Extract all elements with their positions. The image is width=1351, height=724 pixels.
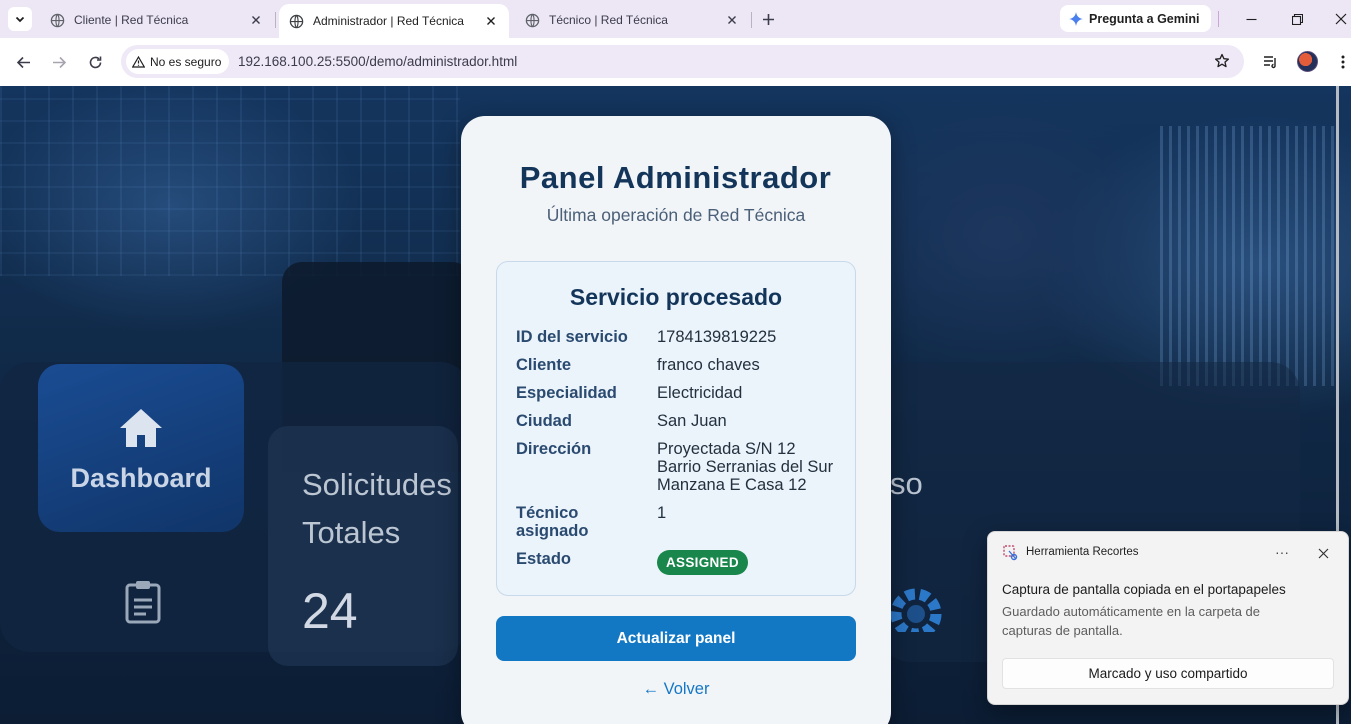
gemini-button[interactable]: Pregunta a Gemini [1060,5,1211,32]
gemini-label: Pregunta a Gemini [1089,11,1200,26]
specialty-label: Especialidad [516,384,617,402]
browser-menu-button[interactable] [1333,52,1351,72]
address-line: Barrio Serranias del Sur [657,458,834,476]
background-dashboard-card: Dashboard [38,364,244,532]
snipping-tool-icon [1003,545,1019,566]
bookmark-star-icon[interactable] [1214,53,1230,74]
tab-separator [751,12,752,28]
service-id-value: 1784139819225 [657,328,777,346]
tab-strip: Cliente | Red Técnica Administrador | Re… [0,0,1351,38]
toolbar-separator [1218,11,1219,27]
profile-avatar[interactable] [1297,51,1318,72]
minimize-icon [1246,18,1256,20]
technician-label: Técnico asignado [516,504,646,540]
close-window-button[interactable] [1331,9,1351,29]
refresh-panel-button[interactable]: Actualizar panel [496,616,856,661]
notification-close-button[interactable] [1316,546,1330,560]
kebab-menu-icon [1341,55,1345,69]
specialty-value: Electricidad [657,384,743,402]
tab-search-button[interactable] [8,7,32,31]
clipboard-icon [124,580,162,629]
partial-card-label: so [890,466,923,501]
notification-more-button[interactable]: ··· [1275,544,1289,560]
close-icon [1335,13,1347,25]
status-badge: ASSIGNED [657,550,748,575]
new-tab-button[interactable] [758,9,778,29]
technician-label-line: asignado [516,522,589,540]
notification-app-name: Herramienta Recortes [1026,546,1139,558]
tab-cliente[interactable]: Cliente | Red Técnica [40,6,274,34]
client-label: Cliente [516,356,572,374]
close-tab-icon[interactable] [248,12,264,28]
media-queue-icon [1264,56,1276,69]
security-chip[interactable]: No es seguro [126,49,230,74]
tab-separator [275,12,276,28]
minimize-button[interactable] [1241,9,1261,29]
status-label: Estado [516,550,572,568]
browser-toolbar: No es seguro 192.168.100.25:5500/demo/ad… [0,38,1351,86]
requests-count: 24 [302,583,358,639]
close-icon [1318,548,1328,558]
address-value: Proyectada S/N 12 Barrio Serranias del S… [657,440,847,494]
address-label: Dirección [516,440,592,458]
gear-icon [884,582,948,640]
plus-icon [762,13,774,25]
tab-label: Administrador | Red Técnica [313,14,464,28]
notification-heading: Captura de pantalla copiada en el portap… [1002,582,1286,597]
back-link[interactable]: ← Volver [461,680,891,699]
requests-label: Solicitudes Totales [302,467,452,550]
url-text[interactable]: 192.168.100.25:5500/demo/administrador.h… [238,54,517,69]
technician-label-line: Técnico [516,504,579,522]
page-title: Panel Administrador [519,160,832,195]
close-tab-icon[interactable] [483,13,499,29]
home-icon [120,409,162,447]
tab-label: Cliente | Red Técnica [74,13,189,27]
address-line: Manzana E Casa 12 [657,476,807,494]
reload-icon [89,56,101,68]
arrow-left-icon [16,56,30,68]
city-value: San Juan [657,412,727,430]
technician-value: 1 [657,504,667,522]
warning-icon [132,55,145,68]
city-label: Ciudad [516,412,572,430]
back-button[interactable] [13,52,33,72]
tab-tecnico[interactable]: Técnico | Red Técnica [515,6,750,34]
tab-label: Técnico | Red Técnica [549,13,668,27]
chevron-down-icon [15,16,25,23]
arrow-right-icon [52,56,66,68]
service-title: Servicio procesado [569,284,783,310]
security-label: No es seguro [150,54,222,69]
forward-button[interactable] [49,52,69,72]
reading-list-button[interactable] [1261,52,1281,72]
notification-body: Guardado automáticamente en la carpeta d… [1002,604,1261,638]
restore-icon [1291,13,1303,25]
gemini-sparkle-icon [1069,11,1083,26]
address-line: Proyectada S/N 12 [657,440,796,458]
globe-icon [289,14,304,28]
tab-administrador[interactable]: Administrador | Red Técnica [279,4,509,38]
close-tab-icon[interactable] [724,12,740,28]
dashboard-label: Dashboard [70,463,212,493]
globe-icon [525,13,540,27]
service-id-label: ID del servicio [516,328,628,346]
reload-button[interactable] [85,52,105,72]
client-value: franco chaves [657,356,760,374]
address-bar[interactable]: No es seguro 192.168.100.25:5500/demo/ad… [121,45,1244,78]
markup-share-button[interactable]: Marcado y uso compartido [1002,658,1334,689]
restore-button[interactable] [1287,9,1307,29]
page-subtitle: Última operación de Red Técnica [546,205,806,225]
globe-icon [50,13,65,27]
